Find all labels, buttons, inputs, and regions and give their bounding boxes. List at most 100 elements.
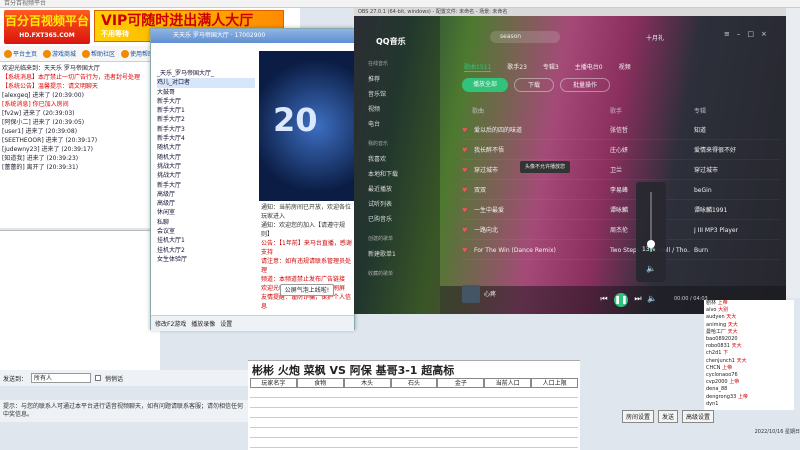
heart-icon[interactable]: ♥: [462, 222, 467, 240]
menu-icon[interactable]: ≡: [724, 30, 737, 38]
user-item[interactable]: dyn1: [706, 401, 794, 408]
speaker-icon[interactable]: 🔈: [646, 264, 656, 273]
qq-tab[interactable]: 视频: [619, 62, 631, 72]
sidebar-item[interactable]: 推荐: [368, 74, 438, 83]
room-title-bar[interactable]: 天天乐 罗马帝国大厅 · 17002900: [151, 29, 354, 43]
song-row[interactable]: ♥ 双双 李易峰 beGin: [462, 182, 780, 200]
private-checkbox[interactable]: [95, 375, 102, 381]
song-row[interactable]: ♥ 穿过城市 卫兰 穿过城市: [462, 162, 780, 180]
song-row[interactable]: ♥For The Win (Dance Remix)Two Steps From…: [462, 242, 780, 260]
user-item[interactable]: dena_88: [706, 386, 794, 393]
qq-tab[interactable]: 主播电台0: [575, 62, 603, 72]
tree-item[interactable]: 新手大厅1: [157, 106, 255, 115]
batch-button[interactable]: 批量操作: [560, 78, 610, 92]
room-bottom-button[interactable]: 修改F2游戏: [155, 319, 186, 328]
song-row[interactable]: ♥ 一生中最爱 谭咏麟 谭咏麟1991: [462, 202, 780, 220]
bubble-button[interactable]: 公屏气泡上线啦!: [280, 284, 334, 296]
tree-item[interactable]: 挂机大厅1: [157, 236, 255, 245]
song-row[interactable]: ♥ 爱以后的四的味道 张信哲 知道: [462, 122, 780, 140]
tree-item[interactable]: 新手大厅3: [157, 125, 255, 134]
tree-item[interactable]: 新手大厅: [157, 97, 255, 106]
minimize-icon[interactable]: –: [737, 30, 748, 38]
tree-item[interactable]: 女生体验厅: [157, 255, 255, 264]
user-list[interactable]: 剧林 上帝 alvo 大别 audyen 天大 animing 天大 曼哈工厂 天大 ba…: [704, 300, 794, 410]
user-item[interactable]: animing 天大: [706, 322, 794, 329]
user-item[interactable]: chenjunch1 天大: [706, 358, 794, 365]
qq-tab[interactable]: 专辑3: [543, 62, 559, 72]
user-item[interactable]: ch2d1 下: [706, 350, 794, 357]
tree-item[interactable]: 私聊: [157, 218, 255, 227]
user-item[interactable]: cvp2000 上帝: [706, 379, 794, 386]
sheet-grid[interactable]: [250, 388, 578, 450]
heart-icon[interactable]: ♥: [462, 202, 467, 220]
private-label: 悄悄话: [105, 375, 124, 383]
tree-item[interactable]: _天乐_罗马帝国大厅_: [157, 69, 255, 78]
user-item[interactable]: dengrong33 上帝: [706, 394, 794, 401]
tree-item[interactable]: 随机大厅: [157, 143, 255, 152]
qq-user[interactable]: 十月礼: [646, 33, 664, 42]
tree-item[interactable]: 新手大厅4: [157, 134, 255, 143]
chat-log[interactable]: 欢迎光临来到：天天乐 罗马帝国大厅 【系统消息】本厅禁止一切广告行为，违者封号处理…: [0, 62, 160, 228]
tree-item[interactable]: 随机大厅: [157, 153, 255, 162]
sidebar-item[interactable]: 我喜欢: [368, 154, 438, 163]
song-row[interactable]: ♥ 一路向北 周杰伦 J III MP3 Player: [462, 222, 780, 240]
user-message-pane[interactable]: [0, 230, 160, 370]
user-item[interactable]: audyen 天大: [706, 314, 794, 321]
tree-item[interactable]: 鸡儿_对口者: [157, 78, 255, 88]
play-all-button[interactable]: 播放全部: [462, 78, 508, 92]
toolbar-button[interactable]: 平台主页: [2, 48, 39, 59]
tree-item[interactable]: 挑战大厅: [157, 162, 255, 171]
volume-track[interactable]: [647, 192, 655, 252]
heart-icon[interactable]: ♥: [462, 122, 467, 140]
action-button[interactable]: 房间设置: [622, 410, 655, 423]
action-button[interactable]: 高级设置: [682, 410, 715, 423]
obs-title-bar[interactable]: OBS 27.0.1 (64-bit, windows) - 配置文件: 未命名…: [354, 8, 786, 16]
qq-tab[interactable]: 歌手23: [507, 62, 527, 72]
tree-item[interactable]: 挂机大厅2: [157, 246, 255, 255]
qq-tab[interactable]: 歌曲1511: [464, 62, 492, 72]
tree-item[interactable]: 休闲室: [157, 208, 255, 217]
toolbar-button[interactable]: 游戏商城: [41, 48, 78, 59]
sidebar-item[interactable]: 试听列表: [368, 199, 438, 208]
sidebar-item[interactable]: 视频: [368, 104, 438, 113]
sidebar-item[interactable]: 新建歌单1: [368, 249, 438, 258]
heart-icon[interactable]: ♥: [462, 242, 467, 260]
next-icon[interactable]: ⏭: [632, 293, 644, 305]
pause-button[interactable]: ❚❚: [614, 293, 628, 307]
volume-icon[interactable]: 🔈: [646, 293, 658, 305]
prev-icon[interactable]: ⏮: [598, 293, 610, 305]
tree-item[interactable]: 挑战大厅: [157, 171, 255, 180]
tree-item[interactable]: 会议室: [157, 227, 255, 236]
user-item[interactable]: robo0831 天大: [706, 343, 794, 350]
heart-icon[interactable]: ♥: [462, 162, 467, 180]
tree-item[interactable]: 高级厅: [157, 199, 255, 208]
tree-item[interactable]: 新手大厅2: [157, 115, 255, 124]
tree-item[interactable]: 新手大厅: [157, 181, 255, 190]
platform-logo[interactable]: 百分百视频平台 HD.FXT365.COM: [4, 10, 90, 44]
send-target-select[interactable]: 所有人: [31, 373, 92, 383]
sidebar-item[interactable]: 电台: [368, 119, 438, 128]
maximize-icon[interactable]: □: [747, 30, 761, 38]
sidebar-item[interactable]: 已购音乐: [368, 214, 438, 223]
action-button[interactable]: 发送: [658, 410, 679, 423]
heart-icon[interactable]: ♥: [462, 182, 467, 200]
heart-icon[interactable]: ♥: [462, 142, 467, 160]
user-item[interactable]: CHCN 上帝: [706, 365, 794, 372]
room-bottom-button[interactable]: 设置: [220, 319, 232, 328]
close-icon[interactable]: ×: [761, 30, 774, 38]
sidebar-item[interactable]: 音乐馆: [368, 89, 438, 98]
tree-item[interactable]: 大鼓哥: [157, 88, 255, 97]
sidebar-item[interactable]: 本地和下载: [368, 169, 438, 178]
video-panel[interactable]: 20: [259, 51, 355, 201]
user-item[interactable]: 曼哈工厂 天大: [706, 329, 794, 336]
qq-search-input[interactable]: season: [490, 31, 560, 43]
tree-item[interactable]: 高级厅: [157, 190, 255, 199]
room-tree[interactable]: _天乐_罗马帝国大厅_ 鸡儿_对口者 大鼓哥 新手大厅 新手大厅1 新手大厅2 新手大…: [157, 69, 255, 309]
toolbar-button[interactable]: 帮助社区: [80, 48, 117, 59]
sidebar-item[interactable]: 最近播放: [368, 184, 438, 193]
qq-logo[interactable]: QQ音乐: [376, 36, 406, 47]
now-playing-cover[interactable]: [462, 285, 480, 303]
song-row[interactable]: ♥ 我长醉不悟 庄心妍 爱情来得很不好: [462, 142, 780, 160]
room-bottom-button[interactable]: 播放录像: [191, 319, 215, 328]
download-button[interactable]: 下载: [514, 78, 554, 92]
